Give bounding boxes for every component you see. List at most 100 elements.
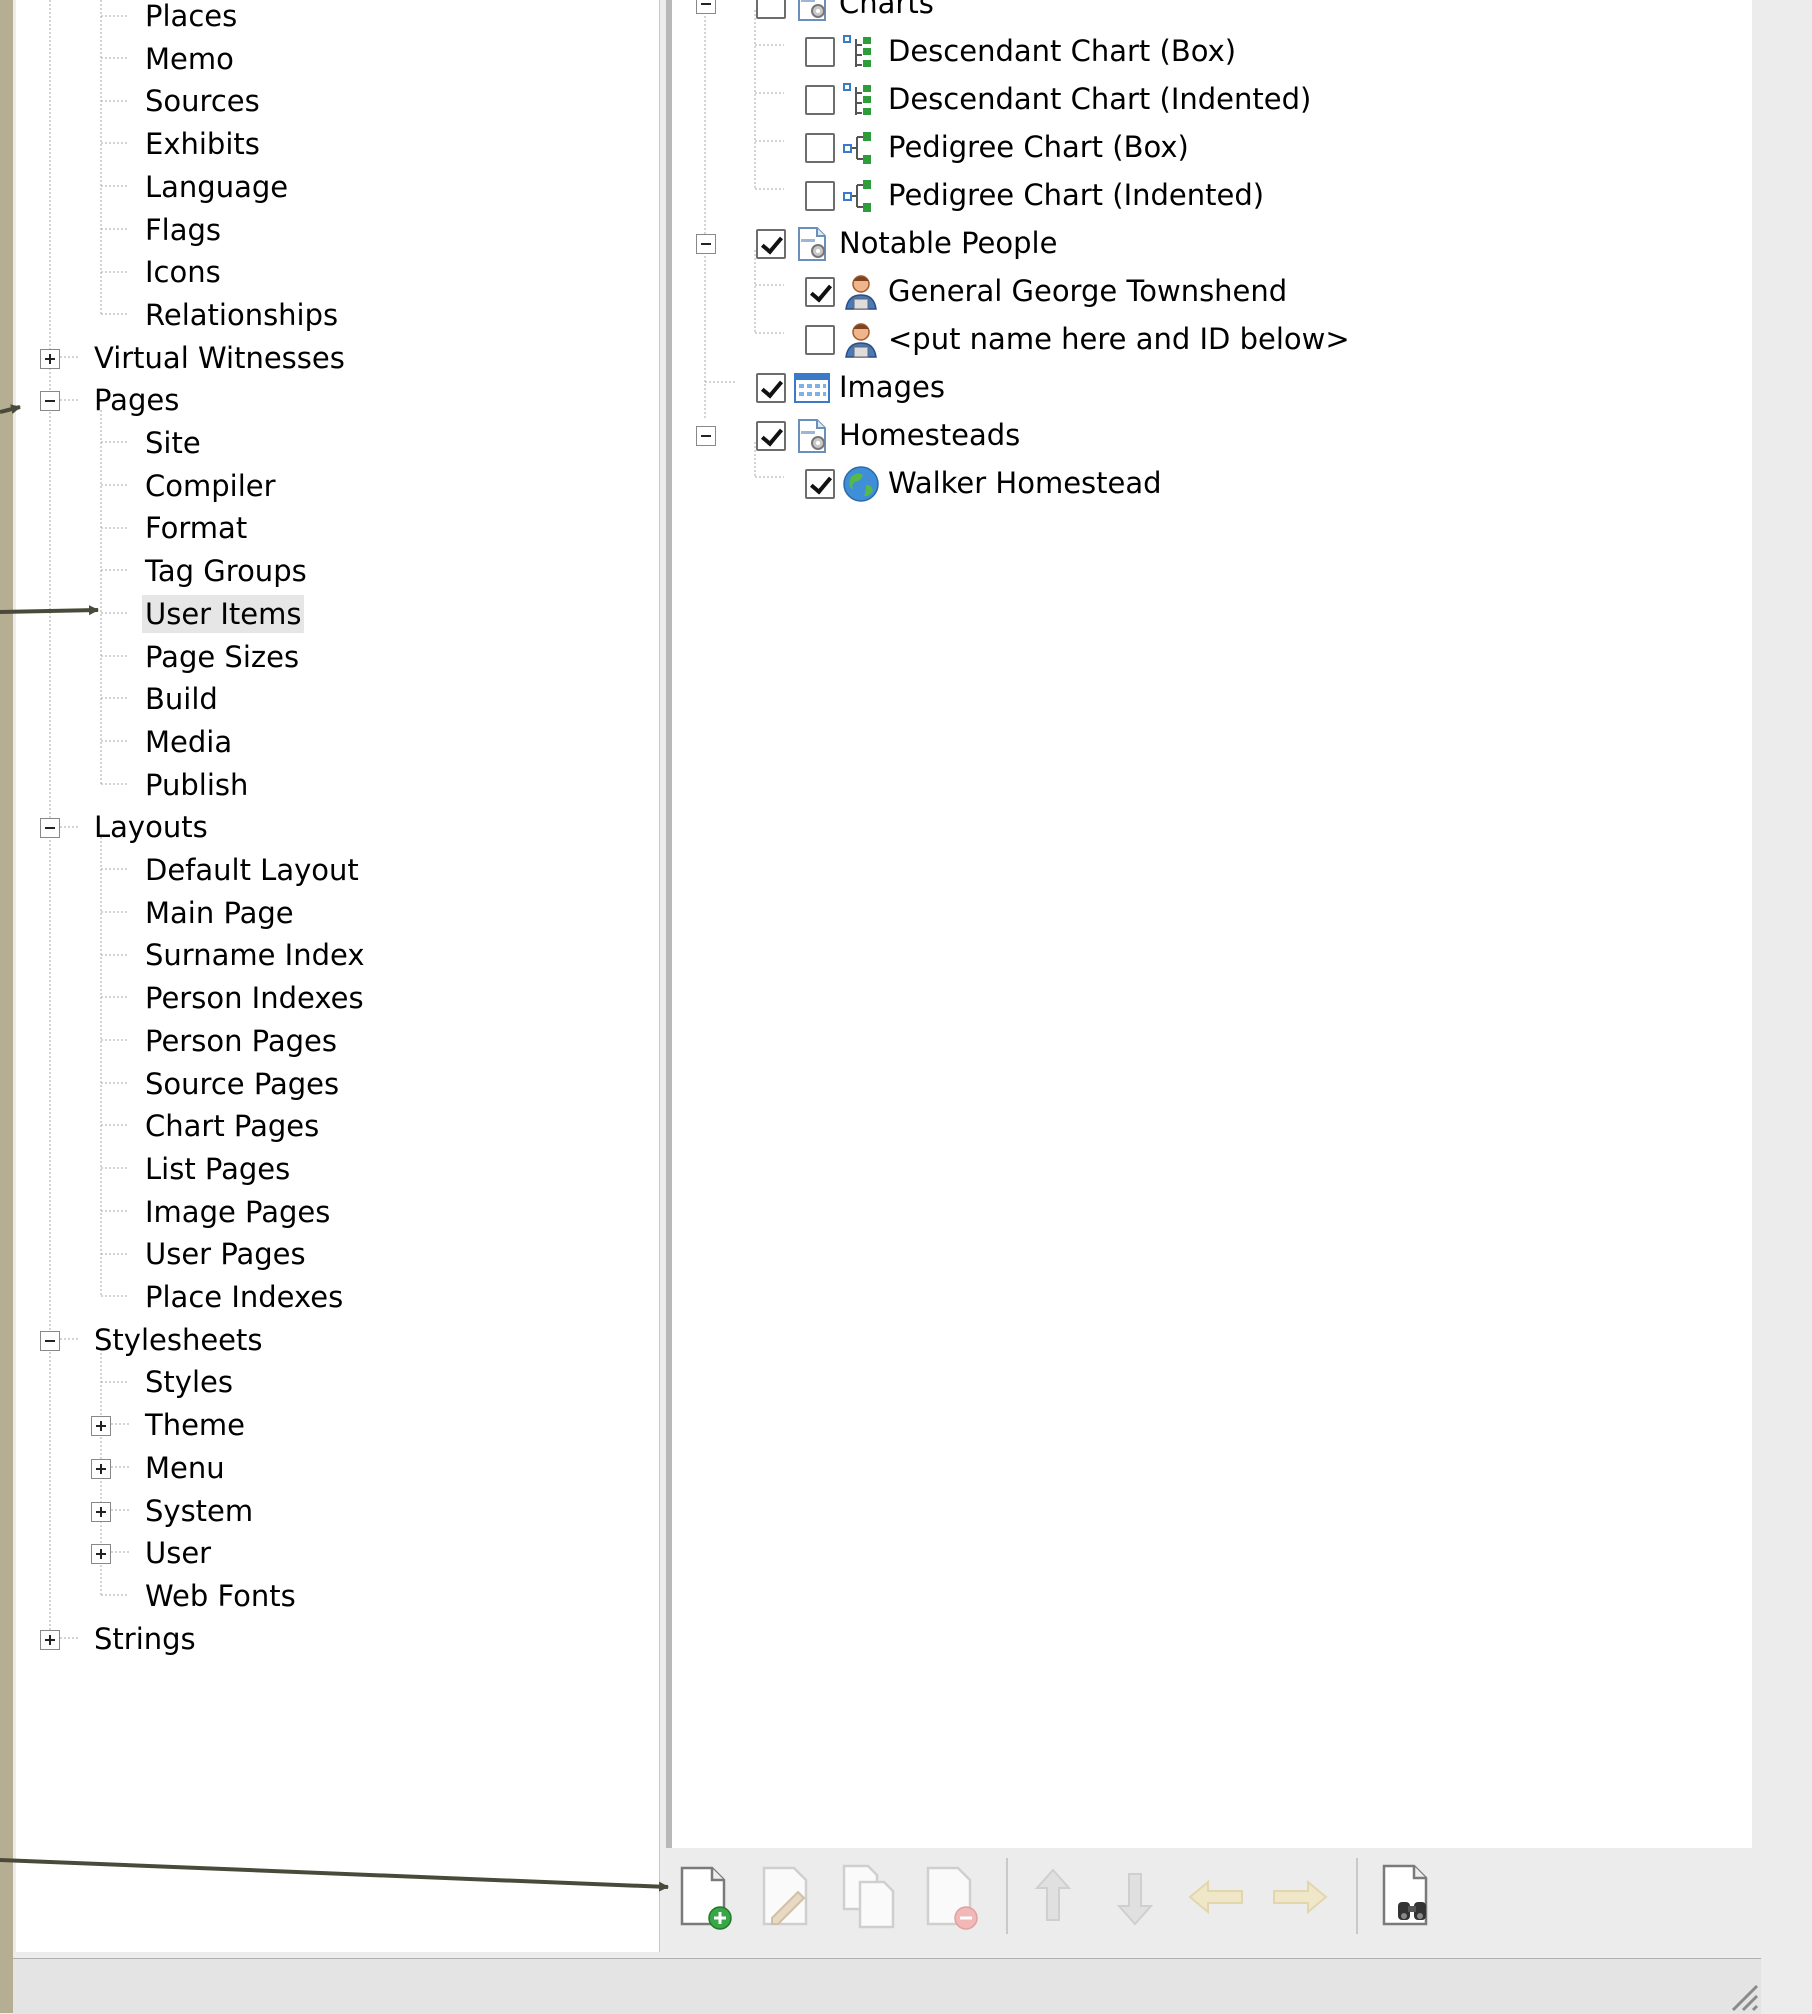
- user-items-tree-panel[interactable]: Charts Descendant Chart (Box) Descendant C…: [666, 0, 1752, 1848]
- expand-icon[interactable]: [91, 1544, 111, 1565]
- tree-item-theme[interactable]: Theme: [142, 1406, 248, 1444]
- pedigree-chart-icon: [842, 129, 880, 167]
- tree-item-relationships[interactable]: Relationships: [142, 296, 341, 334]
- collapse-icon[interactable]: [696, 234, 716, 254]
- collapse-icon[interactable]: [40, 818, 60, 839]
- expand-icon[interactable]: [91, 1458, 111, 1479]
- toolbar-separator: [1356, 1858, 1358, 1934]
- tree-item-strings[interactable]: Strings: [91, 1620, 199, 1658]
- tree-item-user-pages[interactable]: User Pages: [142, 1235, 309, 1273]
- tree-item-build[interactable]: Build: [142, 680, 221, 718]
- tree-item-icons[interactable]: Icons: [142, 253, 224, 291]
- tree-item-person-pages[interactable]: Person Pages: [142, 1022, 340, 1060]
- tree-item-format[interactable]: Format: [142, 509, 250, 547]
- user-item-charts[interactable]: Charts: [836, 0, 937, 22]
- tree-item-user-items[interactable]: User Items: [142, 594, 305, 633]
- checkbox-general-george-townshend[interactable]: [805, 277, 835, 307]
- tree-item-pages[interactable]: Pages: [91, 381, 182, 419]
- tree-item-virtual-witnesses[interactable]: Virtual Witnesses: [91, 339, 348, 377]
- user-item-pedigree-chart-indented[interactable]: Pedigree Chart (Indented): [885, 176, 1267, 214]
- tree-item-media[interactable]: Media: [142, 723, 235, 761]
- tree-item-default-layout[interactable]: Default Layout: [142, 851, 362, 889]
- settings-tree-panel[interactable]: Places Memo Sources Exhibits Language Flags Ic…: [16, 0, 660, 1952]
- tree-connector-lines: [49, 0, 129, 1639]
- find-item-icon: [1374, 1864, 1440, 1936]
- expand-icon[interactable]: [40, 1629, 60, 1650]
- toolbar-separator: [1006, 1858, 1008, 1934]
- checkbox-descendant-chart-box[interactable]: [805, 37, 835, 67]
- expand-icon[interactable]: [91, 1416, 111, 1437]
- tree-item-sources[interactable]: Sources: [142, 82, 263, 120]
- checkbox-pedigree-chart-box[interactable]: [805, 133, 835, 163]
- move-right-icon: [1266, 1879, 1332, 1936]
- status-bar: [13, 1958, 1761, 2014]
- user-item-descendant-chart-indented[interactable]: Descendant Chart (Indented): [885, 80, 1314, 118]
- folder-gear-icon: [793, 417, 831, 455]
- tree-item-surname-index[interactable]: Surname Index: [142, 936, 368, 974]
- tree-item-tag-groups[interactable]: Tag Groups: [142, 552, 310, 590]
- tree-item-memo[interactable]: Memo: [142, 40, 237, 78]
- tree-item-menu[interactable]: Menu: [142, 1449, 228, 1487]
- pedigree-chart-icon: [842, 177, 880, 215]
- find-item-button[interactable]: [1374, 1862, 1440, 1932]
- tree-item-place-indexes[interactable]: Place Indexes: [142, 1278, 346, 1316]
- checkbox-images[interactable]: [756, 373, 786, 403]
- user-item-general-george-townshend[interactable]: General George Townshend: [885, 272, 1290, 310]
- person-icon: [842, 321, 880, 359]
- checkbox-put-name-here-and-id-below[interactable]: [805, 325, 835, 355]
- user-item-images[interactable]: Images: [836, 368, 948, 406]
- edit-item-icon: [754, 1866, 820, 1936]
- copy-item-button: [836, 1862, 902, 1932]
- delete-item-button: [918, 1862, 984, 1932]
- user-item-homesteads[interactable]: Homesteads: [836, 416, 1023, 454]
- tree-item-site[interactable]: Site: [142, 424, 204, 462]
- tree-item-person-indexes[interactable]: Person Indexes: [142, 979, 367, 1017]
- tree-item-chart-pages[interactable]: Chart Pages: [142, 1107, 322, 1145]
- collapse-icon[interactable]: [40, 1330, 60, 1351]
- tree-item-compiler[interactable]: Compiler: [142, 467, 279, 505]
- collapse-icon[interactable]: [696, 426, 716, 446]
- tree-item-stylesheets[interactable]: Stylesheets: [91, 1321, 266, 1359]
- descendant-chart-icon: [842, 33, 880, 71]
- resize-grip-icon[interactable]: [1721, 1974, 1759, 2012]
- new-item-button[interactable]: [672, 1862, 738, 1932]
- edit-item-button: [754, 1862, 820, 1932]
- checkbox-homesteads[interactable]: [756, 421, 786, 451]
- tree-item-source-pages[interactable]: Source Pages: [142, 1065, 342, 1103]
- tree-item-list-pages[interactable]: List Pages: [142, 1150, 293, 1188]
- tree-item-styles[interactable]: Styles: [142, 1363, 236, 1401]
- user-item-put-name-here-and-id-below[interactable]: <put name here and ID below>: [885, 320, 1353, 358]
- tree-item-system[interactable]: System: [142, 1492, 256, 1530]
- user-item-notable-people[interactable]: Notable People: [836, 224, 1060, 262]
- folder-gear-icon: [793, 0, 831, 23]
- tree-item-flags[interactable]: Flags: [142, 211, 224, 249]
- tree-item-exhibits[interactable]: Exhibits: [142, 125, 263, 163]
- tree-item-places[interactable]: Places: [142, 0, 240, 35]
- move-left-icon: [1184, 1879, 1250, 1936]
- user-item-pedigree-chart-box[interactable]: Pedigree Chart (Box): [885, 128, 1192, 166]
- expand-icon[interactable]: [40, 348, 60, 369]
- checkbox-descendant-chart-indented[interactable]: [805, 85, 835, 115]
- move-down-button: [1102, 1862, 1168, 1932]
- collapse-icon[interactable]: [40, 391, 60, 412]
- move-left-button: [1184, 1862, 1250, 1932]
- tree-item-image-pages[interactable]: Image Pages: [142, 1193, 333, 1231]
- tree-item-language[interactable]: Language: [142, 168, 291, 206]
- checkbox-pedigree-chart-indented[interactable]: [805, 181, 835, 211]
- checkbox-notable-people[interactable]: [756, 229, 786, 259]
- copy-item-icon: [836, 1864, 902, 1936]
- expand-icon[interactable]: [91, 1501, 111, 1522]
- tree-item-publish[interactable]: Publish: [142, 766, 251, 804]
- tree-item-user[interactable]: User: [142, 1534, 214, 1572]
- user-item-descendant-chart-box[interactable]: Descendant Chart (Box): [885, 32, 1239, 70]
- tree-item-page-sizes[interactable]: Page Sizes: [142, 638, 302, 676]
- move-down-icon: [1102, 1873, 1168, 1936]
- tree-item-layouts[interactable]: Layouts: [91, 808, 211, 846]
- checkbox-charts[interactable]: [756, 0, 786, 19]
- tree-item-main-page[interactable]: Main Page: [142, 894, 297, 932]
- tree-item-web-fonts[interactable]: Web Fonts: [142, 1577, 299, 1615]
- user-item-walker-homestead[interactable]: Walker Homestead: [885, 464, 1165, 502]
- checkbox-walker-homestead[interactable]: [805, 469, 835, 499]
- person-icon: [842, 273, 880, 311]
- collapse-icon[interactable]: [696, 0, 716, 14]
